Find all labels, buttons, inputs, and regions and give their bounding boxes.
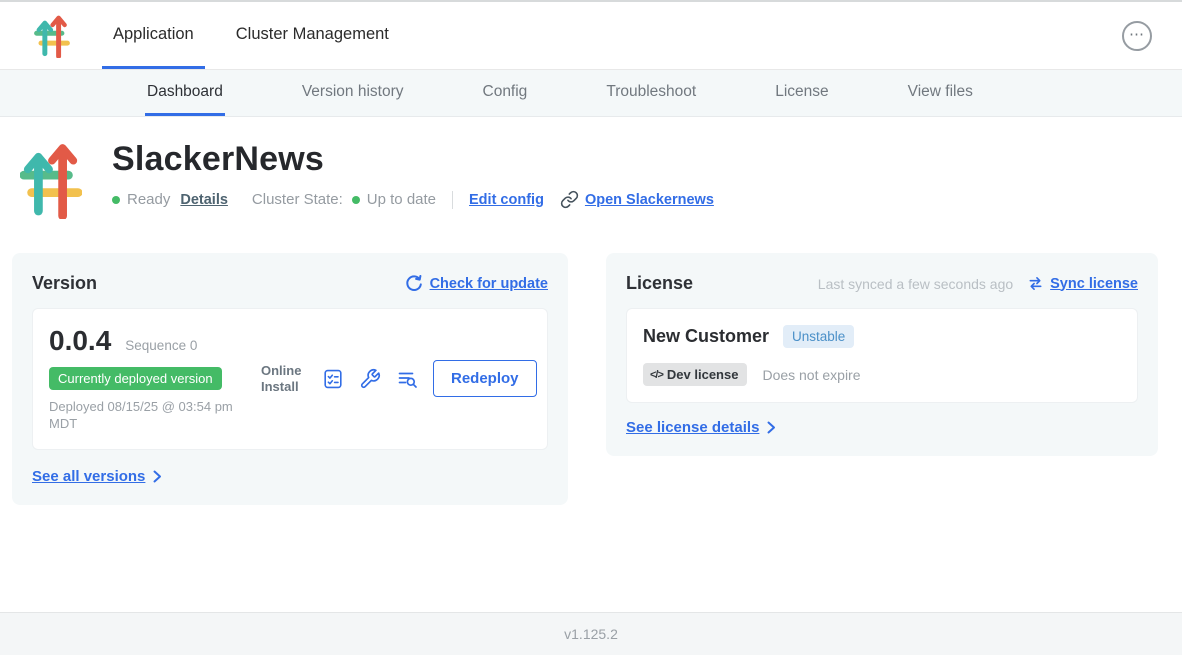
view-logs-icon[interactable] — [396, 368, 418, 390]
app-icon — [20, 141, 82, 219]
subnav-item-license[interactable]: License — [773, 70, 830, 116]
license-type-label: Dev license — [667, 367, 739, 382]
wrench-config-icon[interactable] — [359, 368, 381, 390]
app-subnav: Dashboard Version history Config Trouble… — [0, 70, 1182, 117]
cluster-state-label: Cluster State: — [252, 191, 343, 208]
page-title: SlackerNews — [112, 141, 714, 178]
slackernews-logo-icon — [34, 14, 70, 58]
last-synced-text: Last synced a few seconds ago — [818, 276, 1013, 292]
dashboard-cards: Version Check for update 0.0.4 Sequence … — [0, 253, 1182, 505]
ready-status-dot — [112, 196, 120, 204]
deployed-badge: Currently deployed version — [49, 367, 222, 390]
see-license-details-link[interactable]: See license details — [626, 419, 759, 436]
deployed-timestamp: Deployed 08/15/25 @ 03:54 pm MDT — [49, 399, 247, 433]
subnav-item-config[interactable]: Config — [481, 70, 530, 116]
subnav-item-version-history[interactable]: Version history — [300, 70, 406, 116]
license-expiry-text: Does not expire — [762, 367, 860, 383]
console-version-text: v1.125.2 — [564, 626, 618, 642]
tab-application[interactable]: Application — [102, 2, 205, 69]
ellipsis-icon: ⋯ — [1129, 27, 1145, 42]
app-logo[interactable] — [34, 2, 70, 69]
redeploy-button[interactable]: Redeploy — [433, 360, 537, 397]
cluster-state-value: Up to date — [367, 191, 436, 208]
sequence-label: Sequence 0 — [125, 338, 197, 353]
sync-arrows-icon — [1027, 275, 1044, 292]
see-all-versions-link[interactable]: See all versions — [32, 468, 145, 485]
license-type-badge: </> Dev license — [643, 363, 747, 386]
refresh-icon — [405, 275, 423, 293]
install-type-label: Online Install — [261, 363, 307, 394]
customer-name: New Customer — [643, 326, 769, 347]
open-app-link[interactable]: Open Slackernews — [585, 192, 714, 208]
chevron-right-icon — [767, 421, 776, 434]
code-icon: </> — [650, 369, 663, 381]
license-card: License Last synced a few seconds ago Sy… — [606, 253, 1158, 456]
license-panel: New Customer Unstable </> Dev license Do… — [626, 308, 1138, 403]
top-nav-tabs: Application Cluster Management — [102, 2, 420, 69]
subnav-item-view-files[interactable]: View files — [906, 70, 975, 116]
chain-link-icon — [560, 190, 579, 209]
overflow-menu-button[interactable]: ⋯ — [1122, 21, 1152, 51]
version-number: 0.0.4 — [49, 325, 111, 357]
edit-config-link[interactable]: Edit config — [469, 192, 544, 208]
app-header: SlackerNews Ready Details Cluster State:… — [0, 117, 1182, 219]
preflight-checklist-icon[interactable] — [322, 368, 344, 390]
divider — [452, 191, 453, 209]
sync-license-link[interactable]: Sync license — [1050, 276, 1138, 292]
cluster-status-dot — [352, 196, 360, 204]
version-card: Version Check for update 0.0.4 Sequence … — [12, 253, 568, 505]
subnav-item-dashboard[interactable]: Dashboard — [145, 70, 225, 116]
chevron-right-icon — [153, 470, 162, 483]
check-for-update-link[interactable]: Check for update — [430, 276, 548, 292]
license-card-title: License — [626, 273, 693, 294]
details-link[interactable]: Details — [180, 192, 228, 208]
app-status-row: Ready Details Cluster State: Up to date … — [112, 190, 714, 209]
console-footer: v1.125.2 — [0, 612, 1182, 655]
app-status-text: Ready — [127, 191, 170, 208]
current-version-panel: 0.0.4 Sequence 0 Currently deployed vers… — [32, 308, 548, 450]
tab-cluster-management[interactable]: Cluster Management — [225, 2, 400, 69]
channel-badge: Unstable — [783, 325, 854, 348]
subnav-item-troubleshoot[interactable]: Troubleshoot — [604, 70, 698, 116]
version-card-title: Version — [32, 273, 97, 294]
top-navbar: Application Cluster Management ⋯ — [0, 0, 1182, 70]
